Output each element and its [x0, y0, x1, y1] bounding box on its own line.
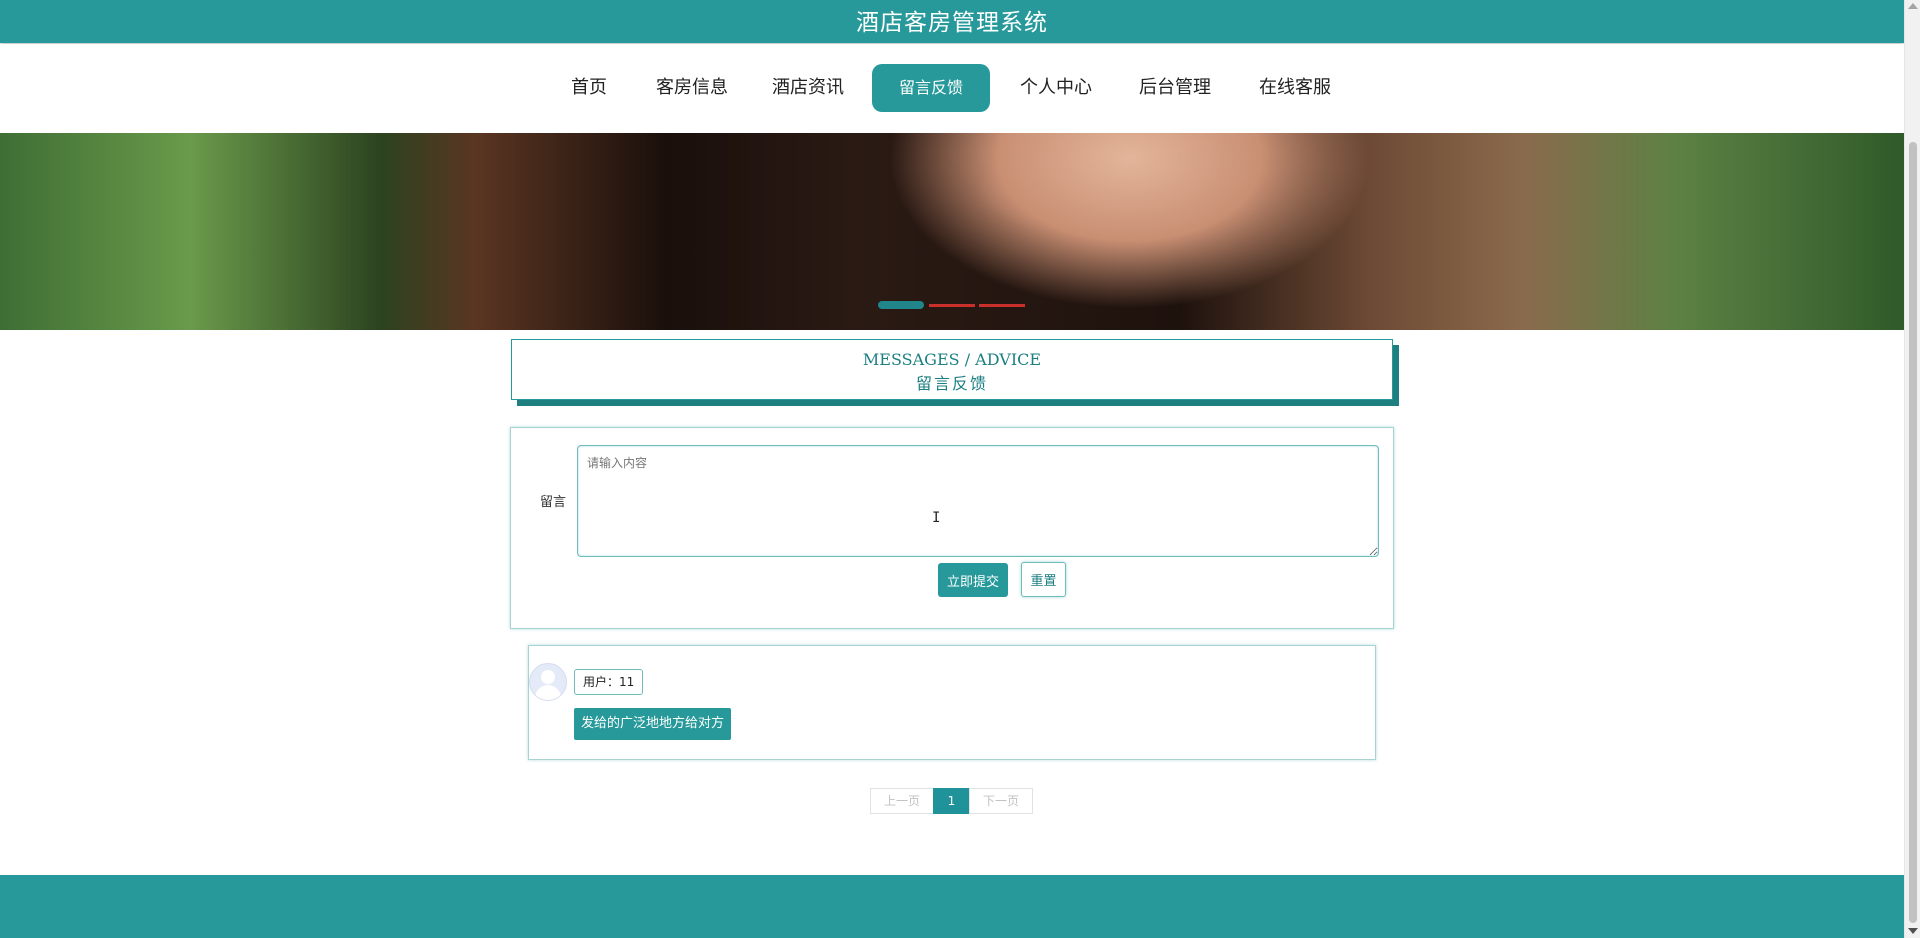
prev-page-button[interactable]: 上一页	[870, 788, 934, 814]
banner-carousel[interactable]	[0, 133, 1904, 330]
section-title-cn: 留言反馈	[915, 374, 988, 393]
feedback-form: 留言 立即提交 重置	[510, 427, 1394, 629]
scrollbar-thumb[interactable]	[1909, 142, 1917, 923]
message-username: 用户：11	[574, 669, 644, 695]
main-nav: 首页 客房信息 酒店资讯 留言反馈 个人中心 后台管理 在线客服	[0, 44, 1904, 132]
nav-item-rooms[interactable]: 客房信息	[652, 64, 732, 112]
user-body-icon	[535, 685, 561, 700]
next-page-button[interactable]: 下一页	[969, 788, 1033, 814]
carousel-dot-1[interactable]	[878, 301, 924, 309]
site-header: 酒店客房管理系统	[0, 0, 1904, 43]
carousel-dot-3[interactable]	[979, 304, 1025, 307]
nav-item-service[interactable]: 在线客服	[1255, 64, 1335, 112]
submit-button[interactable]: 立即提交	[938, 563, 1008, 597]
scroll-down-arrow-icon[interactable]	[1908, 928, 1918, 934]
user-head-icon	[541, 670, 555, 684]
vertical-scrollbar[interactable]	[1904, 0, 1920, 938]
message-textarea[interactable]	[577, 445, 1379, 557]
section-title-en: MESSAGES / ADVICE	[862, 350, 1042, 369]
avatar	[529, 663, 567, 701]
nav-item-home[interactable]: 首页	[563, 64, 615, 112]
site-title: 酒店客房管理系统	[856, 9, 1048, 36]
nav-item-news[interactable]: 酒店资讯	[768, 64, 848, 112]
page-number-current[interactable]: 1	[933, 788, 970, 814]
carousel-dot-2[interactable]	[929, 304, 975, 307]
page: 酒店客房管理系统 首页 客房信息 酒店资讯 留言反馈 个人中心 后台管理 在线客…	[0, 0, 1904, 938]
nav-item-feedback[interactable]: 留言反馈	[872, 64, 990, 112]
message-list-item: 用户：11 发给的广泛地地方给对方	[528, 645, 1376, 760]
nav-item-profile[interactable]: 个人中心	[1016, 64, 1096, 112]
nav-item-admin[interactable]: 后台管理	[1135, 64, 1215, 112]
message-label: 留言	[540, 495, 567, 510]
site-footer	[0, 875, 1904, 938]
reset-button[interactable]: 重置	[1021, 562, 1066, 597]
message-content: 发给的广泛地地方给对方	[574, 708, 732, 740]
scroll-up-arrow-icon[interactable]	[1908, 3, 1918, 9]
section-title-box: MESSAGES / ADVICE 留言反馈	[511, 339, 1393, 400]
